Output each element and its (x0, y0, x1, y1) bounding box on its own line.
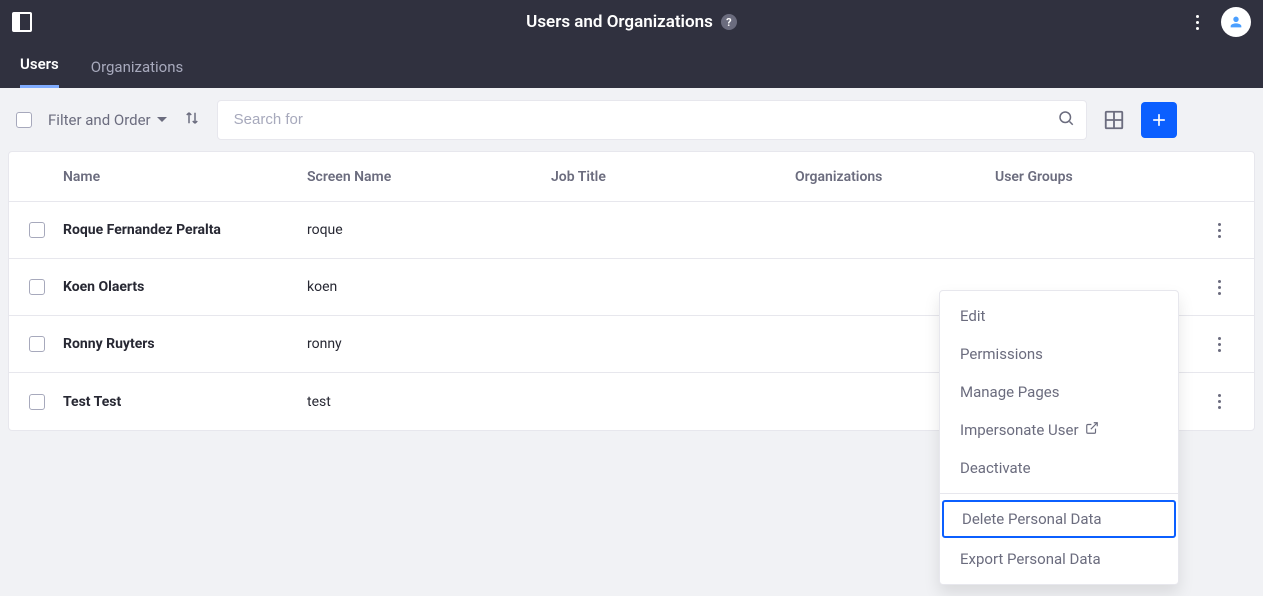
search-icon[interactable] (1057, 109, 1075, 131)
menu-item-edit[interactable]: Edit (940, 297, 1178, 335)
header-overflow-menu[interactable] (1190, 9, 1205, 36)
select-all-checkbox[interactable] (16, 112, 32, 128)
add-user-button[interactable] (1141, 102, 1177, 138)
menu-item-manage-pages[interactable]: Manage Pages (940, 373, 1178, 411)
row-actions-button[interactable] (1212, 331, 1227, 358)
menu-item-permissions[interactable]: Permissions (940, 335, 1178, 373)
cell-screen-name: koen (307, 279, 551, 295)
row-checkbox[interactable] (29, 336, 45, 352)
row-checkbox[interactable] (29, 222, 45, 238)
cell-screen-name: roque (307, 222, 551, 238)
row-actions-menu: Edit Permissions Manage Pages Impersonat… (939, 290, 1179, 585)
cell-screen-name: ronny (307, 336, 551, 352)
menu-item-label: Impersonate User (960, 421, 1079, 439)
user-icon (1228, 14, 1244, 30)
row-actions-button[interactable] (1212, 274, 1227, 301)
column-header-organizations[interactable]: Organizations (795, 169, 995, 185)
cell-name: Ronny Ruyters (63, 336, 307, 352)
user-avatar[interactable] (1221, 7, 1251, 37)
menu-item-export-personal-data[interactable]: Export Personal Data (940, 540, 1178, 578)
column-header-screen-name[interactable]: Screen Name (307, 169, 551, 185)
sidebar-toggle-icon[interactable] (12, 12, 32, 32)
column-header-job-title[interactable]: Job Title (551, 169, 795, 185)
sort-direction-button[interactable] (183, 109, 201, 131)
tab-users[interactable]: Users (20, 43, 59, 88)
cell-screen-name: test (307, 394, 551, 410)
row-checkbox[interactable] (29, 394, 45, 410)
search-input[interactable] (217, 100, 1087, 140)
filter-order-button[interactable]: Filter and Order (48, 111, 167, 129)
menu-separator (940, 493, 1178, 494)
help-icon[interactable]: ? (721, 14, 737, 30)
external-link-icon (1085, 421, 1099, 439)
table-row[interactable]: Roque Fernandez Peralta roque (9, 202, 1254, 259)
tab-organizations[interactable]: Organizations (91, 46, 184, 88)
menu-item-deactivate[interactable]: Deactivate (940, 449, 1178, 487)
cell-name: Koen Olaerts (63, 279, 307, 295)
view-cards-button[interactable] (1103, 109, 1125, 131)
cell-name: Roque Fernandez Peralta (63, 222, 307, 238)
filter-order-label: Filter and Order (48, 111, 151, 129)
column-header-user-groups[interactable]: User Groups (995, 169, 1204, 185)
cell-name: Test Test (63, 394, 307, 410)
page-title: Users and Organizations (526, 12, 713, 32)
row-actions-button[interactable] (1212, 217, 1227, 244)
menu-item-delete-personal-data[interactable]: Delete Personal Data (942, 500, 1176, 538)
chevron-down-icon (157, 117, 167, 122)
column-header-name[interactable]: Name (63, 169, 307, 185)
row-actions-button[interactable] (1212, 388, 1227, 415)
row-checkbox[interactable] (29, 279, 45, 295)
menu-item-impersonate-user[interactable]: Impersonate User (940, 411, 1178, 449)
